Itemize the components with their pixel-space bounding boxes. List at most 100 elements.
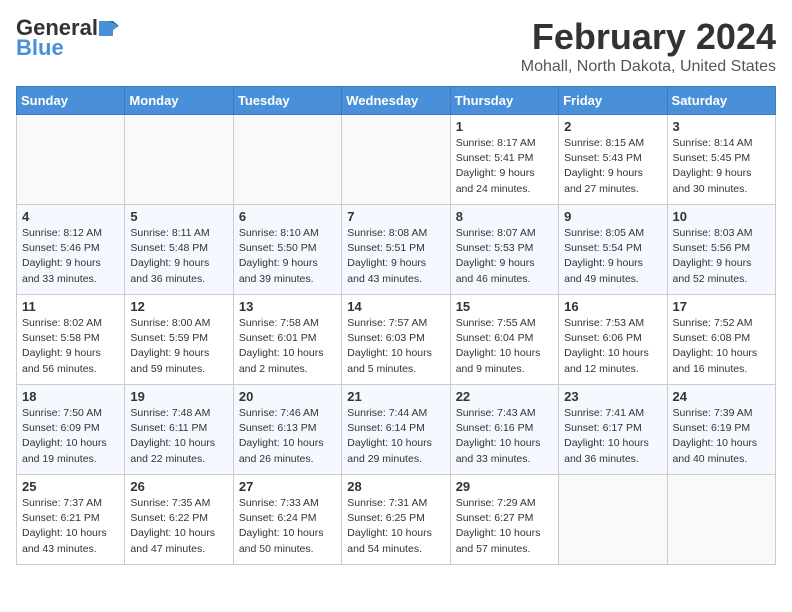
day-info: Sunrise: 7:43 AMSunset: 6:16 PMDaylight:… [456,406,553,467]
day-info: Sunrise: 7:35 AMSunset: 6:22 PMDaylight:… [130,496,227,557]
day-number: 23 [564,389,661,404]
calendar-cell: 26 Sunrise: 7:35 AMSunset: 6:22 PMDayligh… [125,475,233,565]
day-info: Sunrise: 7:46 AMSunset: 6:13 PMDaylight:… [239,406,336,467]
day-info: Sunrise: 8:17 AMSunset: 5:41 PMDaylight:… [456,136,553,197]
day-number: 22 [456,389,553,404]
day-number: 14 [347,299,444,314]
calendar-cell: 4 Sunrise: 8:12 AMSunset: 5:46 PMDaylight… [17,205,125,295]
calendar-cell: 5Sunrise: 8:11 AMSunset: 5:48 PMDaylight… [125,205,233,295]
calendar-cell [233,115,341,205]
day-number: 8 [456,209,553,224]
calendar-cell: 13 Sunrise: 7:58 AMSunset: 6:01 PMDayligh… [233,295,341,385]
header-wednesday: Wednesday [342,87,450,115]
calendar-cell: 19 Sunrise: 7:48 AMSunset: 6:11 PMDayligh… [125,385,233,475]
calendar-cell: 8 Sunrise: 8:07 AMSunset: 5:53 PMDaylight… [450,205,558,295]
header-friday: Friday [559,87,667,115]
week-row-2: 4 Sunrise: 8:12 AMSunset: 5:46 PMDaylight… [17,205,776,295]
day-info: Sunrise: 7:57 AMSunset: 6:03 PMDaylight:… [347,316,444,377]
logo: General Blue [16,16,119,60]
calendar-cell: 1Sunrise: 8:17 AMSunset: 5:41 PMDaylight… [450,115,558,205]
logo-text-blue: Blue [16,36,64,60]
day-info: Sunrise: 7:31 AMSunset: 6:25 PMDaylight:… [347,496,444,557]
day-info: Sunrise: 7:39 AMSunset: 6:19 PMDaylight:… [673,406,770,467]
day-number: 18 [22,389,119,404]
calendar-cell: 6 Sunrise: 8:10 AMSunset: 5:50 PMDaylight… [233,205,341,295]
day-number: 17 [673,299,770,314]
day-number: 27 [239,479,336,494]
calendar-cell: 7Sunrise: 8:08 AMSunset: 5:51 PMDaylight… [342,205,450,295]
day-info: Sunrise: 7:53 AMSunset: 6:06 PMDaylight:… [564,316,661,377]
location-subtitle: Mohall, North Dakota, United States [521,58,776,76]
calendar-title-section: February 2024 Mohall, North Dakota, Unit… [521,16,776,76]
calendar-cell [559,475,667,565]
day-info: Sunrise: 7:44 AMSunset: 6:14 PMDaylight:… [347,406,444,467]
calendar-cell: 21 Sunrise: 7:44 AMSunset: 6:14 PMDayligh… [342,385,450,475]
day-info: Sunrise: 7:33 AMSunset: 6:24 PMDaylight:… [239,496,336,557]
logo-bird-icon [99,16,119,36]
day-number: 2 [564,119,661,134]
week-row-3: 11 Sunrise: 8:02 AMSunset: 5:58 PMDayligh… [17,295,776,385]
day-number: 28 [347,479,444,494]
header-saturday: Saturday [667,87,775,115]
day-number: 26 [130,479,227,494]
calendar-cell: 23 Sunrise: 7:41 AMSunset: 6:17 PMDayligh… [559,385,667,475]
header-tuesday: Tuesday [233,87,341,115]
calendar-cell: 28 Sunrise: 7:31 AMSunset: 6:25 PMDayligh… [342,475,450,565]
calendar-cell: 10 Sunrise: 8:03 AMSunset: 5:56 PMDayligh… [667,205,775,295]
day-info: Sunrise: 8:00 AMSunset: 5:59 PMDaylight:… [130,316,227,377]
day-info: Sunrise: 8:15 AMSunset: 5:43 PMDaylight:… [564,136,661,197]
calendar-cell [342,115,450,205]
week-row-1: 1Sunrise: 8:17 AMSunset: 5:41 PMDaylight… [17,115,776,205]
day-info: Sunrise: 7:50 AMSunset: 6:09 PMDaylight:… [22,406,119,467]
calendar-cell: 22 Sunrise: 7:43 AMSunset: 6:16 PMDayligh… [450,385,558,475]
day-number: 29 [456,479,553,494]
calendar-cell [17,115,125,205]
day-info: Sunrise: 8:03 AMSunset: 5:56 PMDaylight:… [673,226,770,287]
day-number: 6 [239,209,336,224]
calendar-cell: 15 Sunrise: 7:55 AMSunset: 6:04 PMDayligh… [450,295,558,385]
day-number: 11 [22,299,119,314]
day-info: Sunrise: 8:10 AMSunset: 5:50 PMDaylight:… [239,226,336,287]
day-info: Sunrise: 7:58 AMSunset: 6:01 PMDaylight:… [239,316,336,377]
day-number: 12 [130,299,227,314]
day-number: 10 [673,209,770,224]
day-number: 13 [239,299,336,314]
calendar-cell: 11 Sunrise: 8:02 AMSunset: 5:58 PMDayligh… [17,295,125,385]
day-info: Sunrise: 8:05 AMSunset: 5:54 PMDaylight:… [564,226,661,287]
calendar-cell: 9 Sunrise: 8:05 AMSunset: 5:54 PMDaylight… [559,205,667,295]
day-info: Sunrise: 8:14 AMSunset: 5:45 PMDaylight:… [673,136,770,197]
calendar-cell: 20Sunrise: 7:46 AMSunset: 6:13 PMDayligh… [233,385,341,475]
day-info: Sunrise: 7:29 AMSunset: 6:27 PMDaylight:… [456,496,553,557]
day-info: Sunrise: 7:37 AMSunset: 6:21 PMDaylight:… [22,496,119,557]
day-info: Sunrise: 8:12 AMSunset: 5:46 PMDaylight:… [22,226,119,287]
day-info: Sunrise: 8:08 AMSunset: 5:51 PMDaylight:… [347,226,444,287]
calendar-cell: 2 Sunrise: 8:15 AMSunset: 5:43 PMDaylight… [559,115,667,205]
day-number: 24 [673,389,770,404]
day-info: Sunrise: 7:48 AMSunset: 6:11 PMDaylight:… [130,406,227,467]
calendar-cell: 3 Sunrise: 8:14 AMSunset: 5:45 PMDaylight… [667,115,775,205]
header-monday: Monday [125,87,233,115]
day-info: Sunrise: 7:41 AMSunset: 6:17 PMDaylight:… [564,406,661,467]
day-number: 19 [130,389,227,404]
month-year-title: February 2024 [521,16,776,58]
day-number: 3 [673,119,770,134]
header-thursday: Thursday [450,87,558,115]
calendar-cell: 25Sunrise: 7:37 AMSunset: 6:21 PMDayligh… [17,475,125,565]
calendar-cell: 14 Sunrise: 7:57 AMSunset: 6:03 PMDayligh… [342,295,450,385]
calendar-header-row: SundayMondayTuesdayWednesdayThursdayFrid… [17,87,776,115]
day-number: 9 [564,209,661,224]
calendar-cell: 12 Sunrise: 8:00 AMSunset: 5:59 PMDayligh… [125,295,233,385]
day-info: Sunrise: 8:07 AMSunset: 5:53 PMDaylight:… [456,226,553,287]
day-number: 21 [347,389,444,404]
day-info: Sunrise: 7:52 AMSunset: 6:08 PMDaylight:… [673,316,770,377]
calendar-cell: 24 Sunrise: 7:39 AMSunset: 6:19 PMDayligh… [667,385,775,475]
calendar-cell: 27 Sunrise: 7:33 AMSunset: 6:24 PMDayligh… [233,475,341,565]
day-info: Sunrise: 8:02 AMSunset: 5:58 PMDaylight:… [22,316,119,377]
week-row-5: 25Sunrise: 7:37 AMSunset: 6:21 PMDayligh… [17,475,776,565]
day-info: Sunrise: 7:55 AMSunset: 6:04 PMDaylight:… [456,316,553,377]
calendar-cell [667,475,775,565]
day-number: 15 [456,299,553,314]
day-number: 4 [22,209,119,224]
calendar-cell: 16Sunrise: 7:53 AMSunset: 6:06 PMDayligh… [559,295,667,385]
calendar-cell [125,115,233,205]
